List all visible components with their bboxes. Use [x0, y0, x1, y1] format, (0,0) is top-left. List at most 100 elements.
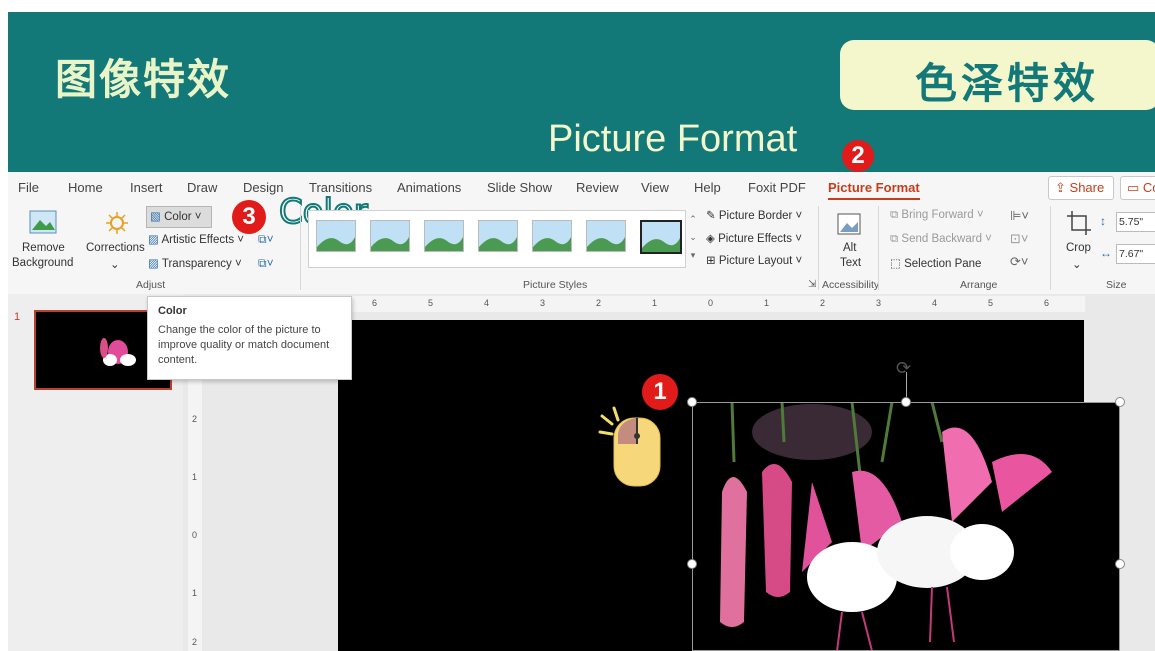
slide-number: 1	[14, 311, 21, 323]
transparency-label: Transparency	[161, 258, 232, 270]
share-button[interactable]: ⇪ Share	[1048, 176, 1114, 200]
picture-layout-label: Picture Layout	[718, 255, 793, 267]
ruler-tick: 1	[192, 472, 198, 482]
crop-button[interactable]	[1066, 210, 1092, 241]
tab-help[interactable]: Help	[694, 180, 721, 195]
picture-style-3[interactable]	[424, 220, 464, 252]
ruler-tick: 4	[932, 298, 938, 308]
picture-style-2[interactable]	[370, 220, 410, 252]
resize-handle[interactable]	[1115, 559, 1125, 569]
chevron-down-icon: ˅	[981, 233, 992, 245]
adjust-group-label: Adjust	[136, 279, 166, 291]
ruler-tick: 1	[764, 298, 770, 308]
chevron-down-icon: ˅	[792, 255, 803, 267]
pen-icon: ✎	[706, 210, 716, 222]
resize-handle[interactable]	[687, 397, 697, 407]
comments-button[interactable]: ▭ Co	[1120, 176, 1155, 200]
background-label: Background	[12, 257, 74, 269]
picture-selection-frame	[692, 402, 1120, 651]
alt-label: Alt	[843, 242, 857, 254]
chevron-down-icon: ˅	[792, 210, 803, 222]
picture-style-1[interactable]	[316, 220, 356, 252]
picture-style-5[interactable]	[532, 220, 572, 252]
tab-review[interactable]: Review	[576, 180, 619, 195]
ruler-tick: 6	[1044, 298, 1050, 308]
tab-file[interactable]: File	[18, 180, 39, 195]
reset-picture-icon[interactable]: ⧉˅	[258, 256, 274, 271]
bring-forward-button[interactable]: ⧉ Bring Forward ˅	[890, 209, 984, 222]
color-button[interactable]: ▧ Color ˅	[146, 206, 212, 228]
artistic-effects-button[interactable]: ▨ Artistic Effects ˅	[148, 232, 244, 246]
ruler-tick: 2	[820, 298, 826, 308]
tab-home[interactable]: Home	[68, 180, 103, 195]
group-icon[interactable]: ⊡˅	[1010, 231, 1028, 247]
align-icon[interactable]: ⊫˅	[1010, 208, 1029, 224]
divider	[1050, 206, 1051, 290]
ruler-tick: 3	[876, 298, 882, 308]
remove-background-button[interactable]	[28, 208, 58, 241]
transparency-icon: ▨	[148, 258, 159, 270]
resize-handle[interactable]	[687, 559, 697, 569]
picture-style-4[interactable]	[478, 220, 518, 252]
corrections-button[interactable]	[102, 210, 132, 241]
picture-format-heading: Picture Format	[548, 118, 798, 160]
chevron-down-icon: ˅	[973, 209, 984, 221]
arrange-group-label: Arrange	[960, 279, 998, 291]
resize-handle[interactable]	[901, 397, 911, 407]
picture-border-button[interactable]: ✎ Picture Border ˅	[706, 208, 802, 222]
dialog-launcher-icon[interactable]: ⇲	[808, 279, 816, 290]
tab-insert[interactable]: Insert	[130, 180, 163, 195]
remove-background-icon	[29, 210, 57, 234]
effects-icon: ◈	[706, 233, 715, 245]
rotate-handle-icon[interactable]: ⟳	[896, 358, 911, 379]
picture-style-6[interactable]	[586, 220, 626, 252]
tab-animations[interactable]: Animations	[397, 180, 461, 195]
mouse-click-icon	[598, 406, 661, 487]
remove-label: Remove	[22, 242, 65, 254]
corrections-label: Corrections	[86, 242, 145, 254]
alt-text-label: Text	[840, 257, 862, 269]
picture-layout-button[interactable]: ⊞ Picture Layout ˅	[706, 253, 802, 267]
corrections-chevron-icon: ⌄	[110, 259, 120, 271]
picture-effects-label: Picture Effects	[718, 233, 792, 245]
badge-text: 色泽特效	[915, 59, 1100, 108]
crop-label: Crop	[1066, 242, 1091, 254]
divider	[818, 206, 819, 290]
height-field[interactable]: 5.75"	[1116, 212, 1155, 232]
accessibility-group-label: Accessibility	[822, 279, 880, 291]
bring-forward-icon: ⧉	[890, 209, 899, 221]
tab-picture-format[interactable]: Picture Format	[828, 180, 920, 200]
ruler-tick: 2	[192, 637, 198, 647]
tooltip-body: Change the color of the picture to impro…	[158, 324, 330, 366]
resize-handle[interactable]	[1115, 397, 1125, 407]
selection-pane-button[interactable]: ⬚ Selection Pane	[890, 256, 981, 270]
ruler-tick: 6	[372, 298, 378, 308]
tooltip-title: Color	[158, 305, 187, 317]
height-icon: ↕	[1100, 214, 1106, 228]
picture-style-7[interactable]	[640, 220, 682, 254]
artistic-effects-icon: ▨	[148, 234, 159, 246]
crop-icon	[1067, 211, 1091, 235]
width-icon: ↔	[1100, 246, 1112, 260]
alt-text-button[interactable]	[836, 210, 864, 243]
picture-styles-group-label: Picture Styles	[523, 279, 588, 291]
comments-label: Co	[1142, 180, 1155, 195]
transparency-button[interactable]: ▨ Transparency ˅	[148, 256, 242, 270]
rotate-icon[interactable]: ⟳˅	[1010, 254, 1028, 270]
bring-forward-label: Bring Forward	[901, 209, 974, 221]
tab-view[interactable]: View	[641, 180, 669, 195]
chevron-down-icon: ˅	[234, 234, 244, 246]
size-group-label: Size	[1106, 279, 1127, 291]
ruler-tick: 4	[484, 298, 490, 308]
send-backward-button[interactable]: ⧉ Send Backward ˅	[890, 233, 992, 246]
tab-draw[interactable]: Draw	[187, 180, 217, 195]
picture-effects-button[interactable]: ◈ Picture Effects ˅	[706, 231, 802, 245]
send-backward-icon: ⧉	[890, 233, 899, 245]
tab-design[interactable]: Design	[243, 180, 283, 195]
gallery-scroll-icon[interactable]: ⌃ ⌄ ▾	[687, 210, 699, 266]
compress-pictures-icon[interactable]: ⧉˅	[258, 232, 274, 247]
tab-foxit-pdf[interactable]: Foxit PDF	[748, 180, 806, 195]
tab-slide-show[interactable]: Slide Show	[487, 180, 552, 195]
picture-border-label: Picture Border	[718, 210, 793, 222]
width-field[interactable]: 7.67"	[1116, 244, 1155, 264]
